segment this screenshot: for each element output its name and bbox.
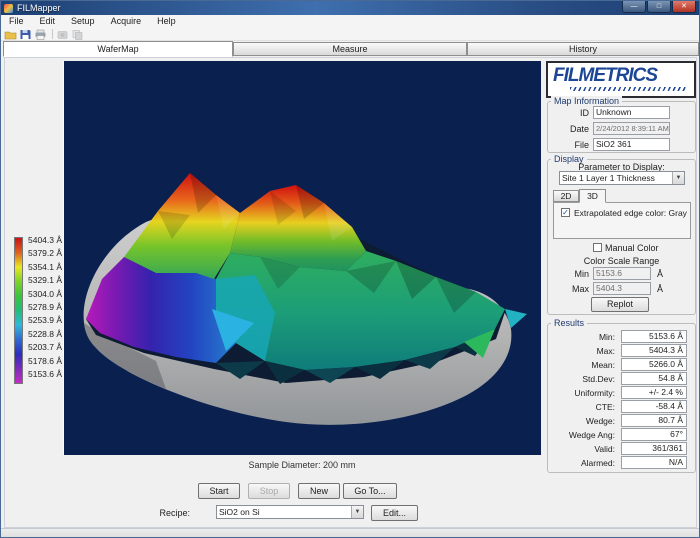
result-value: 67° bbox=[621, 428, 687, 441]
result-label: CTE: bbox=[551, 402, 615, 412]
parameter-select[interactable]: Site 1 Layer 1 Thickness ▼ bbox=[559, 171, 685, 185]
extrapolated-edge-label: Extrapolated edge color: Gray bbox=[574, 208, 687, 218]
logo-hatch-pattern bbox=[570, 87, 686, 91]
file-field[interactable]: SiO2 361 bbox=[593, 138, 670, 151]
color-scale-bar bbox=[14, 237, 23, 384]
edit-recipe-button[interactable]: Edit... bbox=[371, 505, 418, 521]
result-label: Alarmed: bbox=[551, 458, 615, 468]
result-value: -58.4 Å bbox=[621, 400, 687, 413]
menu-help[interactable]: Help bbox=[149, 15, 184, 28]
wafer-3d-plot[interactable] bbox=[63, 61, 541, 455]
wafer-3d-surface bbox=[64, 61, 542, 455]
file-label: File bbox=[549, 140, 589, 150]
print-icon[interactable] bbox=[34, 29, 47, 40]
id-label: ID bbox=[549, 108, 589, 118]
min-label: Min bbox=[561, 269, 589, 279]
replot-button[interactable]: Replot bbox=[591, 297, 649, 312]
app-icon bbox=[4, 4, 13, 13]
tab-measure[interactable]: Measure bbox=[233, 42, 467, 56]
recipe-value: SiO2 on Si bbox=[219, 507, 260, 517]
tab-3d[interactable]: 3D bbox=[579, 189, 606, 203]
result-label: Uniformity: bbox=[551, 388, 615, 398]
result-value: 5266.0 Å bbox=[621, 358, 687, 371]
title-bar: FILMapper bbox=[1, 1, 700, 15]
result-label: Max: bbox=[551, 346, 615, 356]
save-icon[interactable] bbox=[19, 29, 32, 40]
max-field: 5404.3 bbox=[593, 282, 651, 295]
maximize-button[interactable]: □ bbox=[647, 1, 671, 13]
snapshot-icon-disabled bbox=[56, 29, 69, 40]
result-value: +/- 2.4 % bbox=[621, 386, 687, 399]
tab-wafermap[interactable]: WaferMap bbox=[3, 41, 233, 57]
window-bottom-frame bbox=[1, 528, 700, 538]
tab-history[interactable]: History bbox=[467, 42, 699, 56]
min-field: 5153.6 bbox=[593, 267, 651, 280]
id-field[interactable]: Unknown bbox=[593, 106, 670, 119]
result-value: 54.8 Å bbox=[621, 372, 687, 385]
result-value: 5153.6 Å bbox=[621, 330, 687, 343]
max-label: Max bbox=[561, 284, 589, 294]
open-folder-icon[interactable] bbox=[4, 29, 17, 40]
tab-strip: WaferMap Measure History bbox=[1, 41, 700, 56]
chevron-down-icon[interactable]: ▼ bbox=[351, 506, 363, 518]
toolbar-separator bbox=[52, 29, 53, 39]
manual-color-checkbox[interactable] bbox=[593, 243, 602, 252]
new-button[interactable]: New bbox=[298, 483, 340, 499]
filmapper-window: FILMapper — □ ✕ File Edit Setup Acquire … bbox=[0, 0, 700, 538]
menu-acquire[interactable]: Acquire bbox=[103, 15, 150, 28]
result-label: Valid: bbox=[551, 444, 615, 454]
toolbar bbox=[1, 28, 700, 41]
date-label: Date bbox=[549, 124, 589, 134]
result-label: Std.Dev: bbox=[551, 374, 615, 384]
result-value: 361/361 bbox=[621, 442, 687, 455]
result-label: Wedge: bbox=[551, 416, 615, 426]
color-scale-range-label: Color Scale Range bbox=[547, 256, 696, 266]
result-label: Mean: bbox=[551, 360, 615, 370]
stop-button: Stop bbox=[248, 483, 290, 499]
result-value: 5404.3 Å bbox=[621, 344, 687, 357]
filmetrics-logo: FILMETRICS bbox=[546, 61, 696, 98]
result-value: 80.7 Å bbox=[621, 414, 687, 427]
menu-bar: File Edit Setup Acquire Help bbox=[1, 15, 700, 28]
result-value: N/A bbox=[621, 456, 687, 469]
max-unit: Å bbox=[657, 284, 669, 294]
date-field: 2/24/2012 8:39:11 AM bbox=[593, 122, 670, 135]
manual-color-label: Manual Color bbox=[605, 243, 659, 253]
parameter-value: Site 1 Layer 1 Thickness bbox=[562, 173, 655, 183]
copy-icon-disabled bbox=[71, 29, 84, 40]
map-information-title: Map Information bbox=[551, 96, 622, 106]
close-button[interactable]: ✕ bbox=[672, 1, 696, 13]
extrapolated-edge-checkbox[interactable]: ✓ bbox=[561, 208, 570, 217]
menu-setup[interactable]: Setup bbox=[63, 15, 103, 28]
results-title: Results bbox=[551, 318, 587, 328]
window-title: FILMapper bbox=[17, 3, 61, 13]
sample-diameter-caption: Sample Diameter: 200 mm bbox=[63, 460, 541, 470]
logo-text: FILMETRICS bbox=[548, 63, 694, 87]
minimize-button[interactable]: — bbox=[622, 1, 646, 13]
chevron-down-icon[interactable]: ▼ bbox=[672, 172, 684, 184]
start-button[interactable]: Start bbox=[198, 483, 240, 499]
menu-edit[interactable]: Edit bbox=[32, 15, 64, 28]
result-label: Min: bbox=[551, 332, 615, 342]
tab-2d[interactable]: 2D bbox=[553, 190, 579, 202]
menu-file[interactable]: File bbox=[1, 15, 32, 28]
recipe-select[interactable]: SiO2 on Si ▼ bbox=[216, 505, 364, 519]
min-unit: Å bbox=[657, 269, 669, 279]
goto-button[interactable]: Go To... bbox=[343, 483, 397, 499]
wafermap-page: 5404.3 Å 5379.2 Å 5354.1 Å 5329.1 Å 5304… bbox=[1, 56, 700, 538]
result-label: Wedge Ang: bbox=[551, 430, 615, 440]
recipe-label: Recipe: bbox=[154, 508, 190, 518]
